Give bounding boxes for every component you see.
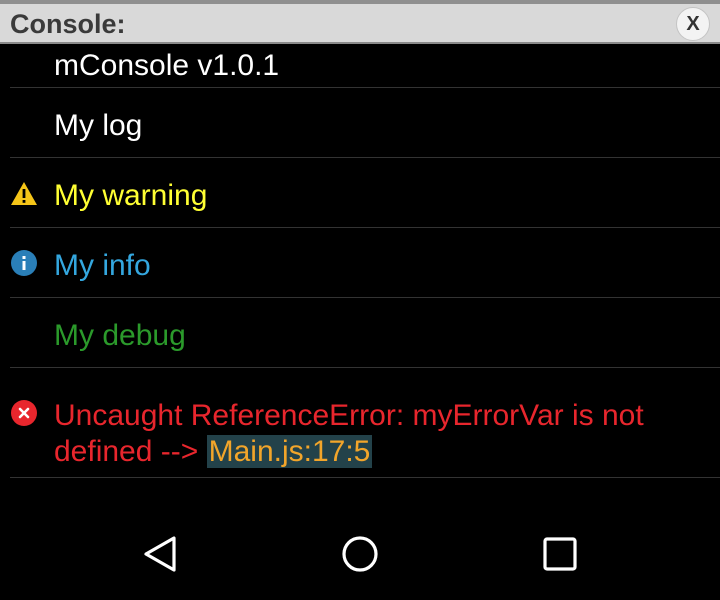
log-message: My log [54, 109, 143, 142]
warning-entry: My warning [10, 158, 720, 228]
error-entry: Uncaught ReferenceError: myErrorVar is n… [10, 368, 720, 478]
debug-entry: My debug [10, 298, 720, 368]
log-message: mConsole v1.0.1 [54, 49, 280, 82]
close-button[interactable]: X [676, 7, 710, 41]
info-message: My info [54, 249, 151, 282]
console-title: Console: [10, 9, 126, 39]
console-log-list: mConsole v1.0.1 My log My warning My inf… [0, 46, 720, 478]
info-entry: My info [10, 228, 720, 298]
debug-message: My debug [54, 319, 186, 352]
log-entry: mConsole v1.0.1 [10, 46, 720, 88]
error-icon [10, 399, 38, 427]
android-nav-bar [0, 504, 720, 600]
back-icon[interactable] [140, 534, 180, 574]
app-screen: Console: X mConsole v1.0.1 My log My war… [0, 0, 720, 600]
log-entry: My log [10, 88, 720, 158]
source-link[interactable]: Main.js:17:5 [206, 435, 373, 468]
home-icon[interactable] [340, 534, 380, 574]
warning-message: My warning [54, 179, 208, 212]
recents-icon[interactable] [540, 534, 580, 574]
error-message: Uncaught ReferenceError: myErrorVar is n… [54, 398, 704, 470]
warning-icon [10, 180, 38, 208]
info-icon [10, 249, 38, 277]
console-titlebar: Console: X [0, 4, 720, 44]
